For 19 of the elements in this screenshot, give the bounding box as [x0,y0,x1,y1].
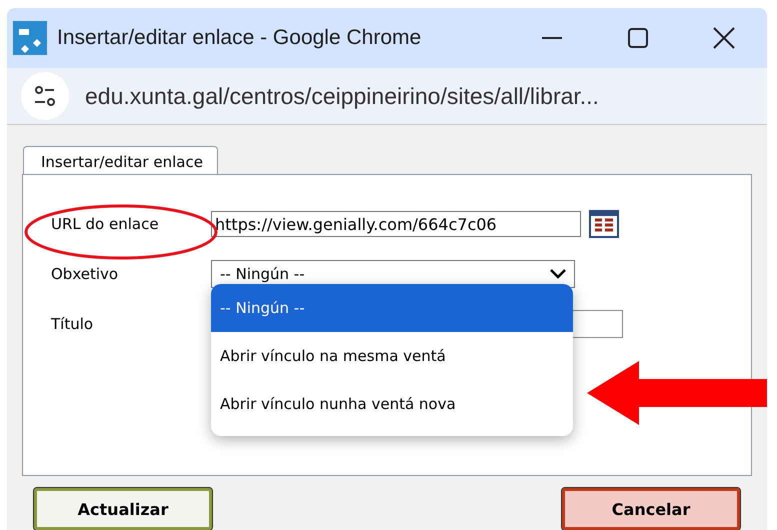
field-label: Título [50,315,94,333]
field-label: Obxetivo [50,265,120,283]
url-text[interactable]: edu.xunta.gal/centros/ceippineirino/sites/all/librar... [85,82,599,110]
dropdown-option[interactable]: Abrir vínculo na mesma ventá [211,332,573,380]
cancel-button[interactable]: Cancelar [562,488,740,530]
dropdown-option[interactable]: -- Ningún -- [211,284,573,332]
chevron-down-icon [550,269,566,279]
maximize-icon [628,28,648,48]
window-title: Insertar/editar enlace - Google Chrome [57,26,422,50]
minimize-icon [542,37,562,39]
close-icon [713,27,735,49]
field-label: URL do enlace [50,215,160,233]
app-icon [13,21,47,55]
dialog-tab[interactable]: Insertar/editar enlace [23,146,218,175]
dropdown-option[interactable]: Abrir vínculo nunha ventá nova [211,380,573,428]
url-input[interactable]: https://view.genially.com/664c7c06 [211,211,581,237]
site-settings-icon[interactable] [21,72,69,120]
browse-list-icon[interactable] [589,210,619,238]
update-button[interactable]: Actualizar [34,488,212,530]
